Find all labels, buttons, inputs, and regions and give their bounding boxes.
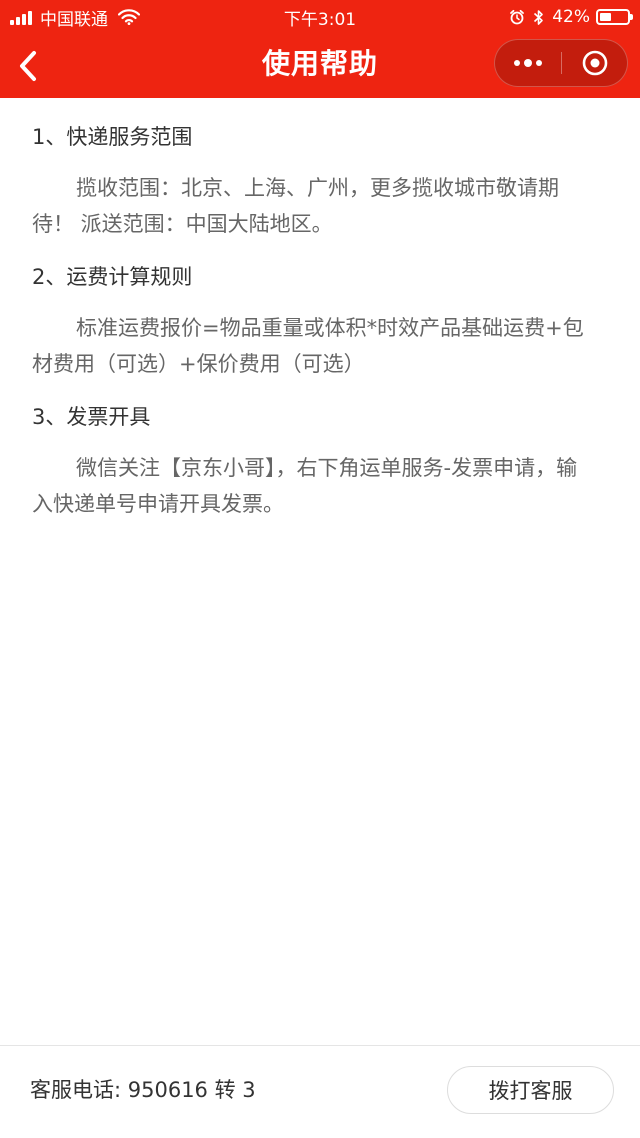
help-section: 2、运费计算规则 标准运费报价=物品重量或体积*时效产品基础运费+包材费用（可选… bbox=[32, 254, 592, 382]
call-service-button[interactable]: 拨打客服 bbox=[447, 1066, 614, 1114]
status-right: 42% bbox=[509, 5, 633, 29]
section-body: 标准运费报价=物品重量或体积*时效产品基础运费+包材费用（可选）+保价费用（可选… bbox=[32, 316, 584, 376]
bluetooth-icon bbox=[533, 9, 552, 26]
section-title: 2、运费计算规则 bbox=[32, 265, 193, 289]
battery-level bbox=[600, 13, 611, 21]
header-bar: 中国联通 下午3:01 42% 使用帮助 bbox=[0, 0, 640, 98]
section-body: 微信关注【京东小哥】，右下角运单服务-发票申请，输入快递单号申请开具发票。 bbox=[32, 456, 578, 516]
section-body: 揽收范围：北京、上海、广州，更多揽收城市敬请期待！ 派送范围：中国大陆地区。 bbox=[32, 176, 559, 236]
close-button[interactable] bbox=[562, 40, 628, 86]
help-section: 1、快递服务范围 揽收范围：北京、上海、广州，更多揽收城市敬请期待！ 派送范围：… bbox=[32, 114, 592, 242]
section-title: 3、发票开具 bbox=[32, 405, 151, 429]
mini-program-capsule bbox=[494, 39, 628, 87]
close-target-icon bbox=[582, 50, 608, 76]
nav-bar: 使用帮助 bbox=[0, 34, 640, 98]
battery-percent: 42% bbox=[552, 7, 590, 27]
alarm-icon bbox=[509, 9, 533, 25]
help-content: 1、快递服务范围 揽收范围：北京、上海、广州，更多揽收城市敬请期待！ 派送范围：… bbox=[32, 114, 592, 534]
help-section: 3、发票开具 微信关注【京东小哥】，右下角运单服务-发票申请，输入快递单号申请开… bbox=[32, 394, 592, 522]
status-bar: 中国联通 下午3:01 42% bbox=[0, 0, 640, 34]
section-title: 1、快递服务范围 bbox=[32, 125, 193, 149]
hotline-text: 客服电话: 950616 转 3 bbox=[30, 1078, 256, 1102]
more-dots-icon bbox=[512, 59, 544, 67]
footer-bar: 客服电话: 950616 转 3 拨打客服 bbox=[0, 1045, 640, 1138]
battery-icon bbox=[596, 9, 633, 25]
more-button[interactable] bbox=[495, 40, 561, 86]
